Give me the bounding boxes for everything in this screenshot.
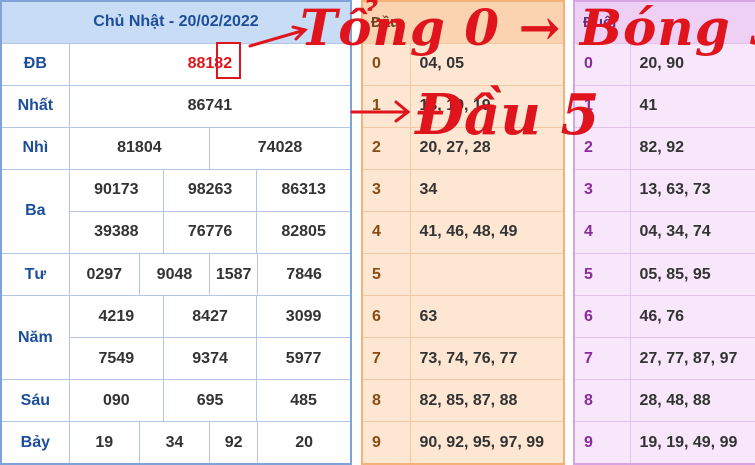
annotation-arrows (248, 25, 411, 123)
handwritten-note-sum: Tổng 0 → Bóng 5 (300, 0, 755, 57)
handwritten-note-head: Đầu 5 (415, 82, 600, 148)
